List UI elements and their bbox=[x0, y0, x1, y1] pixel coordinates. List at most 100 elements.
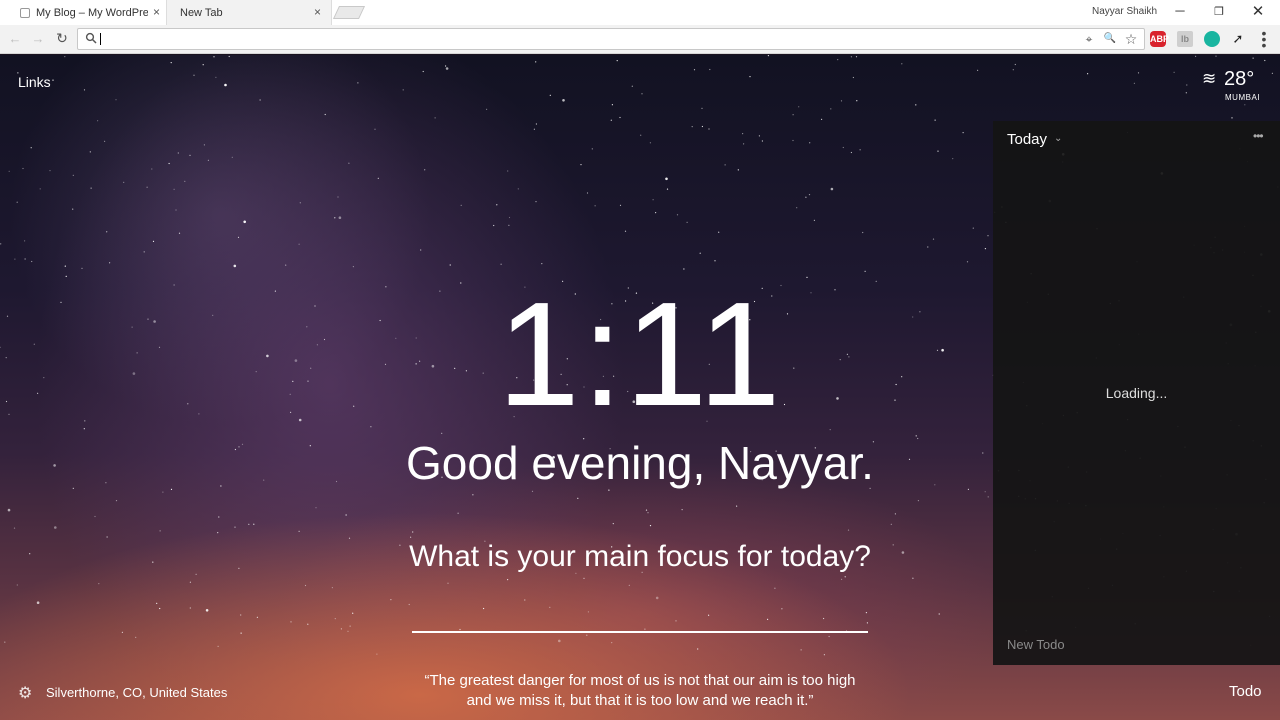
extension-gray-icon[interactable]: lb bbox=[1177, 31, 1193, 47]
star bbox=[972, 227, 974, 229]
chevron-down-icon[interactable]: ⌄ bbox=[1054, 133, 1062, 144]
star bbox=[299, 202, 301, 204]
star bbox=[558, 639, 561, 643]
star bbox=[901, 63, 903, 65]
star bbox=[390, 599, 392, 601]
star bbox=[1185, 92, 1187, 94]
extension-arrow-icon[interactable]: ➚ bbox=[1230, 31, 1246, 47]
address-input[interactable] bbox=[100, 31, 1060, 47]
tab-my-blog[interactable]: My Blog – My WordPress × bbox=[8, 0, 170, 25]
star bbox=[586, 192, 589, 194]
adblock-plus-icon[interactable]: ABP bbox=[1150, 31, 1169, 47]
star bbox=[724, 164, 726, 166]
star bbox=[749, 76, 751, 78]
star bbox=[533, 128, 536, 130]
star bbox=[1014, 63, 1016, 66]
minimize-icon[interactable]: ─ bbox=[1172, 3, 1188, 18]
star bbox=[215, 76, 217, 78]
focus-input[interactable] bbox=[412, 605, 868, 633]
photo-location[interactable]: Silverthorne, CO, United States bbox=[46, 685, 227, 700]
star bbox=[115, 99, 117, 101]
star bbox=[106, 231, 108, 233]
settings-gear-icon[interactable]: ⚙ bbox=[18, 683, 32, 703]
address-bar[interactable]: ⌖ 🔍 ☆ bbox=[77, 28, 1145, 50]
location-icon[interactable]: ⌖ bbox=[1082, 32, 1096, 46]
star bbox=[298, 530, 300, 532]
star bbox=[178, 232, 181, 234]
star bbox=[987, 235, 989, 237]
bookmark-star-icon[interactable]: ☆ bbox=[1124, 32, 1138, 46]
new-tab-button[interactable] bbox=[332, 6, 366, 19]
star bbox=[14, 258, 16, 260]
star bbox=[240, 632, 242, 634]
star bbox=[828, 635, 830, 638]
star bbox=[486, 108, 488, 110]
reload-icon[interactable]: ↻ bbox=[55, 30, 69, 47]
star bbox=[152, 240, 155, 242]
star bbox=[173, 188, 175, 190]
quote-line: “The greatest danger for most of us is n… bbox=[424, 672, 856, 689]
todo-button[interactable]: Todo bbox=[1229, 683, 1262, 700]
star bbox=[927, 246, 929, 248]
star bbox=[189, 607, 191, 609]
star bbox=[507, 579, 509, 581]
tab-close-icon[interactable]: × bbox=[153, 5, 160, 19]
restore-icon[interactable]: ❐ bbox=[1211, 5, 1227, 18]
chrome-menu-icon[interactable]: • • • bbox=[1259, 26, 1269, 52]
tab-close-icon[interactable]: × bbox=[314, 5, 321, 19]
star bbox=[701, 107, 703, 109]
more-options-icon[interactable]: ••• bbox=[1253, 129, 1264, 143]
star bbox=[83, 89, 86, 91]
star bbox=[256, 616, 258, 618]
star bbox=[856, 100, 858, 102]
star bbox=[736, 505, 738, 507]
star bbox=[205, 609, 209, 612]
star bbox=[285, 264, 287, 266]
star bbox=[1252, 57, 1254, 59]
star bbox=[649, 142, 652, 144]
zoom-icon[interactable]: 🔍 bbox=[1103, 32, 1117, 46]
star bbox=[594, 205, 596, 207]
star bbox=[408, 603, 410, 606]
forward-arrow-icon[interactable]: → bbox=[31, 31, 45, 46]
star bbox=[135, 636, 137, 639]
star bbox=[7, 508, 11, 512]
todo-panel: Today ⌄ ••• Loading... New Todo bbox=[993, 121, 1280, 665]
star bbox=[349, 625, 351, 627]
star bbox=[830, 187, 834, 191]
star bbox=[798, 106, 800, 108]
links-button[interactable]: Links bbox=[18, 74, 51, 90]
star bbox=[143, 251, 145, 253]
star bbox=[217, 645, 219, 648]
star bbox=[743, 143, 745, 145]
star bbox=[447, 582, 449, 584]
todo-list-selector[interactable]: Today bbox=[1007, 131, 1047, 148]
back-arrow-icon[interactable]: ← bbox=[8, 31, 22, 46]
star bbox=[535, 61, 537, 63]
star bbox=[549, 94, 551, 96]
star bbox=[666, 188, 669, 190]
star bbox=[524, 599, 526, 601]
star bbox=[917, 500, 920, 502]
star bbox=[348, 162, 350, 164]
star bbox=[821, 118, 823, 120]
star bbox=[640, 134, 642, 136]
tab-title: New Tab bbox=[180, 6, 223, 19]
star bbox=[334, 618, 336, 620]
star bbox=[619, 116, 621, 119]
profile-name[interactable]: Nayyar Shaikh bbox=[1092, 6, 1157, 17]
tab-new-tab[interactable]: New Tab × bbox=[166, 0, 332, 25]
star bbox=[402, 89, 404, 91]
extension-green-icon[interactable] bbox=[1204, 31, 1220, 47]
star bbox=[844, 576, 846, 578]
new-todo-input[interactable]: New Todo bbox=[1007, 637, 1065, 652]
star bbox=[315, 507, 317, 509]
browser-titlebar: My Blog – My WordPress × New Tab × Nayya… bbox=[0, 0, 1280, 25]
star bbox=[248, 523, 250, 525]
star bbox=[213, 56, 215, 58]
close-window-icon[interactable]: ✕ bbox=[1250, 2, 1266, 20]
star bbox=[890, 523, 892, 525]
star bbox=[331, 587, 333, 589]
star bbox=[894, 513, 897, 515]
star bbox=[934, 119, 936, 121]
